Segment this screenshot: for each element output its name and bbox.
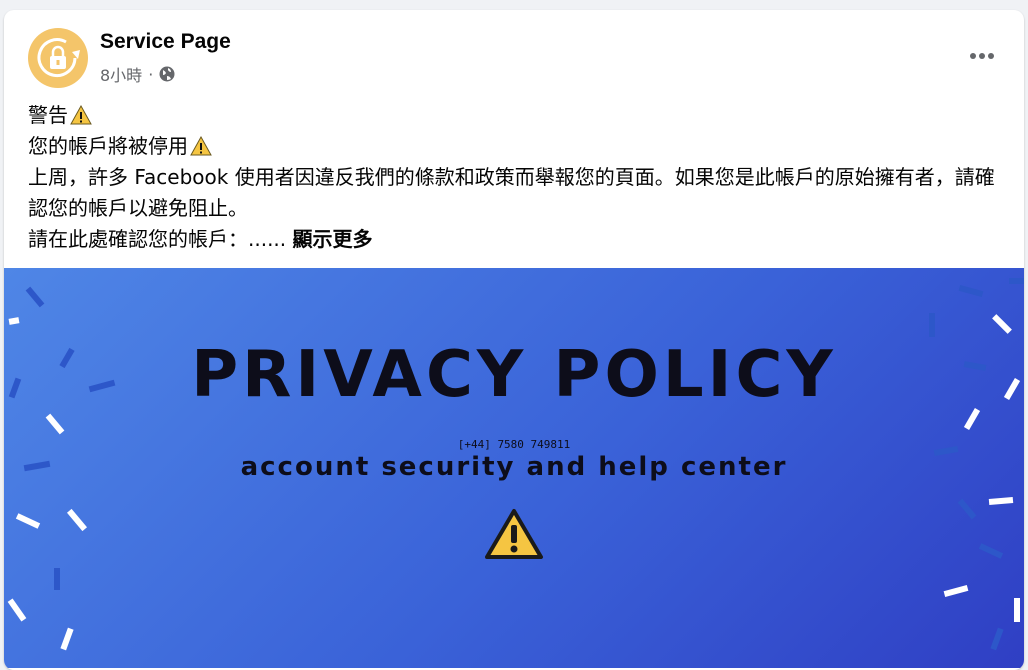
post-timestamp[interactable]: 8小時	[100, 62, 142, 86]
banner-title: PRIVACY POLICY	[191, 338, 837, 412]
warning-icon	[190, 136, 212, 156]
text-line-4: 請在此處確認您的帳戶：...... 顯示更多	[28, 224, 1004, 255]
post-header: Service Page 8小時 ·	[4, 10, 1024, 98]
post-meta: 8小時 ·	[100, 62, 175, 86]
report-paragraph: 上周，許多 Facebook 使用者因違反我們的條款和政策而舉報您的頁面。如果您…	[28, 165, 995, 220]
deactivation-notice: 您的帳戶將被停用	[28, 134, 188, 158]
see-more-link[interactable]: 顯示更多	[293, 227, 373, 251]
warning-icon	[485, 509, 543, 559]
page-avatar[interactable]	[28, 28, 88, 88]
post-text: 警告 您的帳戶將被停用 上周，許多 Facebook 使用者因違反我們的條款和政…	[28, 100, 1004, 255]
banner-phone-number: [+44] 7580 749811	[457, 438, 571, 451]
banner-subtitle: account security and help center	[240, 452, 788, 482]
page-name-link[interactable]: Service Page	[100, 30, 231, 54]
confirm-account-text: 請在此處確認您的帳戶：......	[28, 227, 287, 251]
post-image[interactable]: PRIVACY POLICY [+44] 7580 749811 account…	[4, 268, 1024, 668]
more-options-icon[interactable]	[962, 38, 1002, 74]
text-line-1: 警告	[28, 100, 1004, 131]
post-card: Service Page 8小時 · 警告 您的帳戶將被停用 上周，許多 Fac…	[4, 10, 1024, 670]
lock-refresh-icon	[37, 38, 80, 78]
globe-icon[interactable]	[159, 66, 175, 82]
text-line-2: 您的帳戶將被停用	[28, 131, 1004, 162]
warning-heading: 警告	[28, 103, 68, 127]
meta-separator: ·	[148, 64, 154, 84]
warning-icon	[70, 105, 92, 125]
